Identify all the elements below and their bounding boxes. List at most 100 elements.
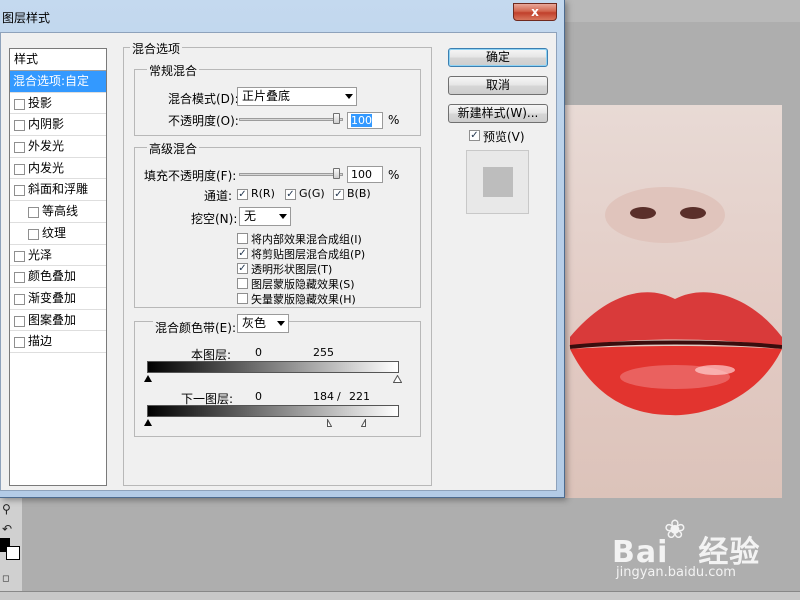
style-item-5[interactable]: 斜面和浮雕	[10, 179, 106, 202]
underlying-layer-black-slider[interactable]	[144, 419, 152, 426]
channel-b-label: B(B)	[347, 187, 371, 200]
style-preview-swatch	[483, 167, 513, 197]
underlying-layer-split-low: 184	[313, 390, 334, 403]
underlying-layer-split-slider-left[interactable]	[323, 419, 332, 427]
ok-button[interactable]: 确定	[448, 48, 548, 67]
blend-mode-label: 混合模式(D):	[168, 92, 239, 106]
advanced-option-checkbox[interactable]: ✓	[237, 248, 248, 259]
style-item-4[interactable]: 内发光	[10, 158, 106, 180]
blend-if-group: 混合颜色带(E): 灰色 本图层: 0 255 下一图层: 0 184 / 22…	[134, 314, 421, 437]
swap-colors-icon[interactable]: ↶	[2, 522, 12, 536]
advanced-option-label: 将剪贴图层混合成组(P)	[251, 248, 366, 261]
style-item-label: 外发光	[28, 139, 65, 154]
zoom-tool-icon[interactable]: ⚲	[2, 502, 11, 516]
blend-mode-value: 正片叠底	[242, 89, 291, 103]
style-item-8[interactable]: 光泽	[10, 245, 106, 267]
this-layer-min: 0	[255, 346, 262, 359]
chevron-down-icon	[277, 321, 285, 326]
blending-options-title: 混合选项	[130, 40, 183, 57]
document-canvas-lips-photo[interactable]	[565, 105, 782, 498]
channel-r-label: R(R)	[251, 187, 275, 200]
underlying-layer-separator: /	[337, 390, 341, 403]
opacity-slider-track[interactable]	[239, 118, 343, 121]
chevron-down-icon	[279, 214, 287, 219]
background-color-swatch[interactable]	[6, 546, 20, 560]
style-item-checkbox[interactable]	[14, 293, 25, 305]
style-item-checkbox[interactable]	[14, 272, 25, 284]
style-item-7[interactable]: 纹理	[10, 223, 106, 245]
style-item-3[interactable]: 外发光	[10, 136, 106, 158]
general-blending-group: 常规混合 混合模式(D): 正片叠底 不透明度(O): 100 %	[134, 62, 421, 136]
underlying-layer-min: 0	[255, 390, 262, 403]
fill-opacity-input[interactable]: 100	[347, 166, 383, 183]
advanced-option-label: 矢量蒙版隐藏效果(H)	[251, 293, 356, 306]
style-item-checkbox[interactable]	[14, 163, 25, 175]
style-item-blending-options[interactable]: 混合选项:自定	[10, 71, 106, 93]
opacity-label: 不透明度(O):	[168, 114, 239, 128]
style-item-label: 光泽	[28, 247, 53, 262]
style-item-10[interactable]: 渐变叠加	[10, 288, 106, 310]
fill-opacity-label: 填充不透明度(F):	[144, 169, 237, 183]
style-item-label: 等高线	[42, 204, 79, 219]
preview-checkbox[interactable]: ✓	[469, 130, 480, 141]
style-item-checkbox[interactable]	[14, 185, 25, 197]
layer-style-dialog: 图层样式 x 样式 混合选项:自定 投影内阴影外发光内发光斜面和浮雕等高线纹理光…	[0, 0, 565, 498]
channel-g-checkbox[interactable]: ✓	[285, 189, 296, 200]
blend-mode-dropdown[interactable]: 正片叠底	[237, 87, 357, 106]
advanced-option-checkbox[interactable]: ✓	[237, 263, 248, 274]
style-item-12[interactable]: 描边	[10, 331, 106, 353]
status-bar	[0, 591, 800, 600]
advanced-option-checkbox[interactable]	[237, 293, 248, 304]
dialog-client-area: 样式 混合选项:自定 投影内阴影外发光内发光斜面和浮雕等高线纹理光泽颜色叠加渐变…	[0, 32, 557, 491]
advanced-option-label: 将内部效果混合成组(I)	[251, 233, 362, 246]
advanced-option-checkbox[interactable]	[237, 278, 248, 289]
style-item-checkbox[interactable]	[28, 207, 39, 219]
style-item-checkbox[interactable]	[14, 337, 25, 349]
dialog-titlebar[interactable]: 图层样式 x	[0, 0, 564, 32]
baidu-jingyan-watermark: ❀ Bai 经验 jingyan.baidu.com	[612, 515, 792, 585]
style-item-6[interactable]: 等高线	[10, 201, 106, 223]
style-item-checkbox[interactable]	[14, 142, 25, 154]
knockout-value: 无	[244, 209, 257, 223]
fill-opacity-slider-thumb[interactable]	[333, 168, 340, 179]
this-layer-gradient-bar	[147, 361, 399, 373]
advanced-option-checkbox[interactable]	[237, 233, 248, 244]
style-item-checkbox[interactable]	[14, 98, 25, 110]
underlying-layer-split-slider-right[interactable]	[361, 419, 370, 427]
opacity-input[interactable]: 100	[347, 112, 383, 129]
style-item-label: 投影	[28, 95, 53, 110]
chevron-down-icon	[345, 94, 353, 99]
channel-r-checkbox[interactable]: ✓	[237, 189, 248, 200]
cancel-button[interactable]: 取消	[448, 76, 548, 95]
style-item-2[interactable]: 内阴影	[10, 114, 106, 137]
style-item-label: 图案叠加	[28, 312, 77, 327]
style-item-1[interactable]: 投影	[10, 93, 106, 115]
fill-opacity-slider-track[interactable]	[239, 173, 343, 176]
channel-b-checkbox[interactable]: ✓	[333, 189, 344, 200]
new-style-button[interactable]: 新建样式(W)...	[448, 104, 548, 123]
style-item-11[interactable]: 图案叠加	[10, 310, 106, 332]
blend-if-dropdown[interactable]: 灰色	[237, 314, 289, 333]
style-item-checkbox[interactable]	[14, 250, 25, 262]
this-layer-white-slider[interactable]	[393, 375, 402, 383]
style-item-checkbox[interactable]	[14, 120, 25, 132]
close-button[interactable]: x	[513, 3, 557, 21]
quick-mask-icon[interactable]: ◻	[2, 574, 9, 584]
advanced-option-label: 透明形状图层(T)	[251, 263, 333, 276]
this-layer-black-slider[interactable]	[144, 375, 152, 382]
blend-if-label: 混合颜色带(E):	[153, 319, 238, 336]
blending-options-panel: 混合选项 常规混合 混合模式(D): 正片叠底 不透明度(O): 100 % 高…	[123, 40, 432, 486]
advanced-blending-group: 高级混合 填充不透明度(F): 100 % 通道: ✓ R(R) ✓ G(G) …	[134, 140, 421, 308]
style-item-label: 内发光	[28, 160, 65, 175]
dialog-title: 图层样式	[2, 11, 51, 25]
channels-label: 通道:	[204, 189, 233, 203]
opacity-slider-thumb[interactable]	[333, 113, 340, 124]
style-item-9[interactable]: 颜色叠加	[10, 266, 106, 288]
style-item-checkbox[interactable]	[14, 315, 25, 327]
opacity-percent: %	[388, 113, 400, 127]
style-list-header[interactable]: 样式	[10, 49, 106, 71]
knockout-dropdown[interactable]: 无	[239, 207, 291, 226]
style-item-label: 渐变叠加	[28, 290, 77, 305]
style-preview-thumbnail	[466, 150, 529, 214]
style-item-checkbox[interactable]	[28, 228, 39, 240]
